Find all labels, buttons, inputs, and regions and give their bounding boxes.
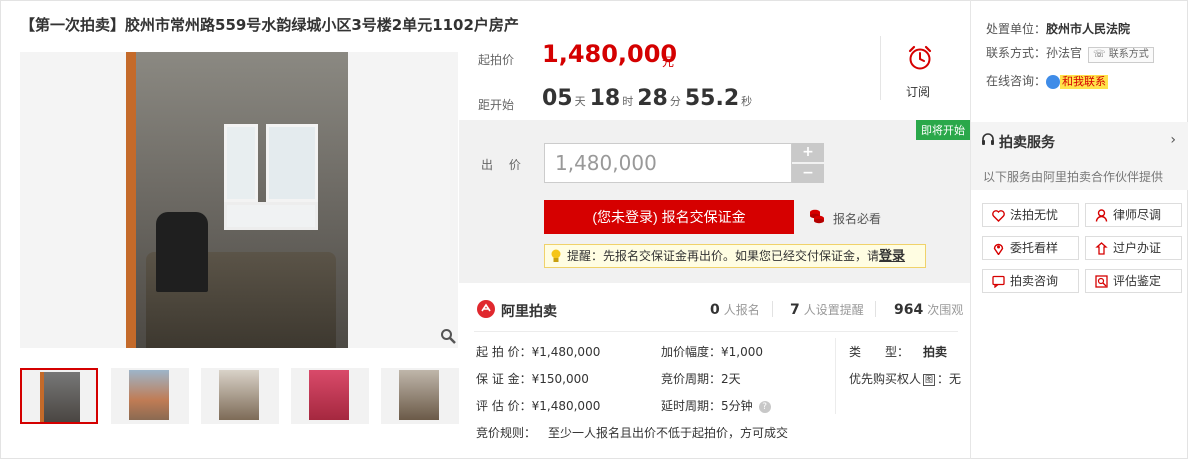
zoom-icon[interactable]: [440, 328, 456, 344]
lawyer-icon: [1095, 209, 1108, 222]
ali-auction-logo-icon: [477, 300, 495, 318]
countdown-timer: 05 天 18 时 28 分 55.2 秒: [542, 86, 753, 111]
appraisal-icon: [1095, 275, 1108, 288]
start-price-label: 起拍价: [478, 53, 515, 67]
bid-label: 出 价: [481, 158, 527, 172]
wangwang-icon: [1046, 74, 1061, 89]
service-button[interactable]: 律师尽调: [1085, 203, 1182, 227]
reminder-stat: 7 人设置提醒: [790, 302, 864, 318]
registered-stat: 0 人报名: [710, 302, 760, 318]
headset-icon: [982, 133, 994, 145]
priority-box-icon: 图: [923, 373, 936, 386]
service-button[interactable]: 法拍无忧: [982, 203, 1079, 227]
heart-shield-icon: [992, 210, 1005, 222]
service-subtitle: 以下服务由阿里拍卖合作伙伴提供: [983, 170, 1164, 184]
detail-deposit: 保 证 金：¥150,000: [476, 372, 589, 386]
detail-period: 竞价周期：2天: [661, 372, 741, 386]
service-header[interactable]: 拍卖服务 › 以下服务由阿里拍卖合作伙伴提供: [971, 122, 1188, 190]
detail-extension: 延时周期：5分钟?: [661, 397, 771, 414]
views-stat: 964 次围观: [894, 302, 964, 318]
page-title: 【第一次拍卖】胶州市常州路559号水韵绿城小区3号楼2单元1102户房产: [20, 16, 519, 34]
phone-icon: ☏: [1093, 49, 1106, 60]
service-button[interactable]: 过户办证: [1085, 236, 1182, 260]
thumbnail-strip: [20, 368, 460, 424]
decrease-button[interactable]: −: [792, 164, 824, 183]
alarm-clock-icon[interactable]: [906, 44, 934, 72]
price-unit: 元: [662, 55, 675, 69]
coin-stack-icon: [810, 209, 824, 224]
login-link[interactable]: 登录: [879, 249, 905, 264]
divider: [880, 36, 881, 100]
status-badge: 即将开始: [916, 120, 970, 140]
chevron-right-icon[interactable]: ›: [1170, 132, 1176, 148]
detail-type: 类 型： 拍卖: [849, 345, 948, 359]
contact-row: 联系方式：孙法官 ☏ 联系方式: [986, 44, 1154, 63]
divider: [474, 331, 958, 332]
service-title: 拍卖服务: [999, 135, 1055, 151]
service-button[interactable]: 拍卖咨询: [982, 269, 1079, 293]
must-read-link[interactable]: 报名必看: [833, 210, 881, 227]
brand-name: 阿里拍卖: [501, 304, 557, 320]
login-tip: 提醒：先报名交保证金再出价。如果您已经交付保证金，请登录: [544, 244, 926, 268]
bidding-rule: 竞价规则： 至少一人报名且出价不低于起拍价，方可成交: [476, 426, 789, 440]
sidebar: 处置单位：胶州市人民法院 联系方式：孙法官 ☏ 联系方式 在线咨询： 和我联系 拍卖…: [970, 0, 1188, 459]
court-row: 处置单位：胶州市人民法院: [986, 22, 1131, 36]
detail-start-price: 起 拍 价：¥1,480,000: [476, 345, 601, 359]
main-photo[interactable]: [20, 52, 458, 348]
chat-icon: [992, 275, 1005, 288]
consult-row: 在线咨询： 和我联系: [986, 74, 1109, 89]
bid-panel: 即将开始 出 价 1,480,000 + − (您未登录) 报名交保证金 报名必…: [459, 120, 970, 283]
detail-increment: 加价幅度：¥1,000: [661, 345, 763, 359]
divider: [835, 338, 836, 414]
service-button[interactable]: 评估鉴定: [1085, 269, 1182, 293]
transfer-icon: [1095, 242, 1108, 255]
detail-priority: 优先购买权人图：无: [849, 372, 962, 386]
thumbnail[interactable]: [381, 368, 459, 424]
thumbnail[interactable]: [291, 368, 369, 424]
thumbnail[interactable]: [201, 368, 279, 424]
thumbnail[interactable]: [20, 368, 98, 424]
service-button[interactable]: 委托看样: [982, 236, 1079, 260]
bid-amount-input[interactable]: 1,480,000: [544, 143, 792, 183]
detail-appraisal: 评 估 价：¥1,480,000: [476, 399, 601, 413]
room-photo: [126, 52, 348, 348]
subscribe-button[interactable]: 订阅: [906, 83, 930, 100]
tip-text: 提醒：先报名交保证金再出价。如果您已经交付保证金，请: [567, 249, 880, 263]
start-price-value: 1,480,000: [542, 40, 678, 68]
help-icon[interactable]: ?: [758, 400, 771, 413]
contact-button[interactable]: ☏ 联系方式: [1088, 47, 1154, 63]
increase-button[interactable]: +: [792, 143, 824, 162]
location-pin-icon: [993, 243, 1004, 255]
auction-stats: 阿里拍卖 0 人报名 7 人设置提醒 964 次围观: [459, 283, 970, 335]
countdown-label: 距开始: [478, 98, 515, 112]
lightbulb-icon: [551, 249, 561, 262]
contact-me-button[interactable]: 和我联系: [1060, 74, 1109, 89]
thumbnail[interactable]: [111, 368, 189, 424]
register-deposit-button[interactable]: (您未登录) 报名交保证金: [544, 200, 794, 234]
